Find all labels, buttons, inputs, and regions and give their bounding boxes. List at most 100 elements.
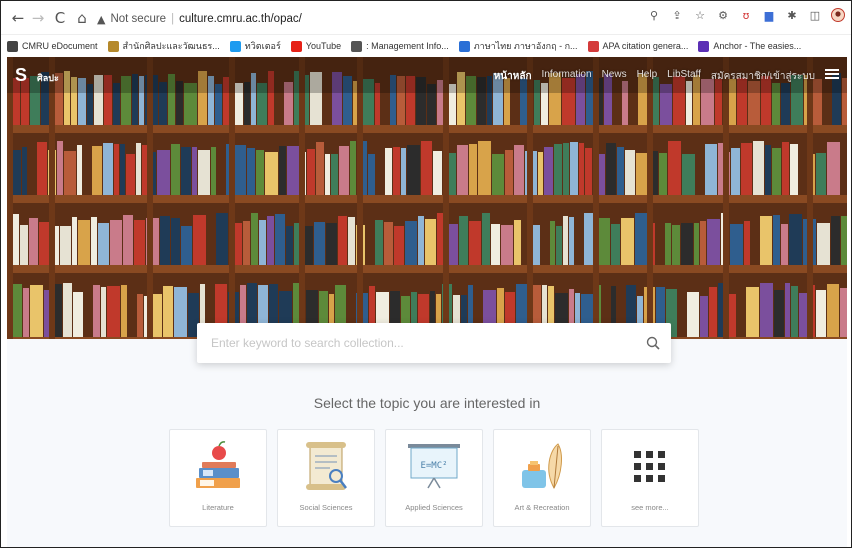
book-spine [259,220,266,265]
book-spine [841,216,847,265]
address-bar: ← → C ⌂ ▲ Not secure | culture.cmru.ac.t… [1,1,851,35]
book-spine [625,150,635,195]
book-spine [307,149,315,195]
reload-icon[interactable]: C [49,7,71,29]
bookmark-item[interactable]: สำนักศิลปะและวัฒนธร... [107,39,220,53]
book-spine [192,147,197,195]
forward-arrow-icon[interactable]: → [27,7,49,29]
book-spine [126,154,135,195]
shelf-divider [7,57,13,339]
book-spine [37,142,47,195]
bookmark-item[interactable]: YouTube [290,40,341,52]
book-spine [563,143,569,195]
extension-gear-icon[interactable]: ⚙ [716,8,730,22]
star-bookmark-icon[interactable]: ☆ [693,8,707,22]
book-spine [772,148,781,195]
book-spine [77,145,82,195]
book-spine [774,290,784,337]
menu-item-help[interactable]: Help [637,69,658,84]
bookmark-item[interactable]: CMRU eDocument [7,40,98,52]
book-spine [556,226,562,265]
topic-card-social-sciences[interactable]: Social Sciences [277,429,375,527]
bookmark-item[interactable]: Anchor - The easies... [698,40,801,52]
book-spine [789,214,802,265]
book-spine [694,223,699,265]
warning-triangle-icon[interactable]: ▲ [97,13,105,26]
bookmarks-bar: CMRU eDocument สำนักศิลปะและวัฒนธร... ทว… [1,35,851,57]
bookmark-item[interactable]: ทวิตเตอร์ [229,39,281,53]
book-spine [773,215,780,265]
book-spine [760,283,773,337]
topic-card-art-recreation[interactable]: Art & Recreation [493,429,591,527]
book-spine [98,223,109,265]
book-spine [753,141,764,195]
bookmark-item[interactable]: ภาษาไทย ภาษาอังกฤ - ก... [458,39,578,53]
bookmark-item[interactable]: : Management Info... [351,40,449,52]
book-spine [394,226,404,265]
hamburger-menu-icon[interactable] [825,69,839,79]
topic-card-see-more[interactable]: see more... [601,429,699,527]
share-icon[interactable]: ⇪ [670,8,684,22]
search-bar [197,323,671,363]
book-spine [110,220,122,265]
book-spine [785,283,790,337]
topic-card-literature[interactable]: Literature [169,429,267,527]
book-spine [368,154,375,195]
search-input[interactable] [197,323,635,363]
book-spine [256,150,264,195]
bookmark-label: ทวิตเตอร์ [244,41,281,51]
toolbar-right: ⚲ ⇪ ☆ ⚙ ʊ ▆ ✱ ◫ [647,8,845,22]
book-spine [501,225,513,265]
shelf-divider [229,57,235,339]
profile-avatar[interactable] [831,8,845,22]
book-spine [816,290,826,337]
book-spine [326,223,337,265]
extension-doc-icon[interactable]: ▆ [762,8,776,22]
site-logo[interactable]: S [15,65,33,85]
book-spine [107,286,120,337]
book-spine [563,216,568,265]
omnibox[interactable]: ▲ Not secure | culture.cmru.ac.th/opac/ [97,9,302,29]
menu-item-home[interactable]: หน้าหลัก [494,69,532,84]
book-spine [114,144,119,195]
book-spine [718,283,723,337]
book-spine [163,286,173,337]
shelf-board [7,265,847,273]
book-spine [286,226,293,265]
url-text[interactable]: culture.cmru.ac.th/opac/ [179,13,302,25]
book-spine [611,224,620,265]
book-spine [741,143,752,195]
book-spine [700,221,706,265]
book-spine [123,215,133,265]
topic-card-applied-sciences[interactable]: E=MC² Applied Sciences [385,429,483,527]
menu-item-register-login[interactable]: สมัครสมาชิก/เข้าสู่ระบบ [711,69,815,84]
book-spine [817,223,830,265]
books-apple-icon [170,436,266,498]
book-spine [243,221,250,265]
site-menu: หน้าหลัก Information News Help LibStaff … [494,69,815,84]
book-spine [681,223,693,265]
menu-item-libstaff[interactable]: LibStaff [667,69,701,84]
side-panel-icon[interactable]: ◫ [808,8,822,22]
book-spine [469,144,477,195]
site-logo-text[interactable]: ศิลปะ [37,71,59,85]
site-navbar: S ศิลปะ หน้าหลัก Information News Help L… [7,57,847,93]
book-spine [636,153,647,195]
extension-u-icon[interactable]: ʊ [739,8,753,22]
book-spine [682,154,695,195]
book-spine [314,222,325,265]
puzzle-extensions-icon[interactable]: ✱ [785,8,799,22]
book-spine [78,220,90,265]
security-label[interactable]: Not secure [110,13,166,25]
menu-item-information[interactable]: Information [542,69,592,84]
book-spine [101,287,106,337]
back-arrow-icon[interactable]: ← [7,7,29,29]
bookmark-item[interactable]: APA citation genera... [587,40,688,52]
book-spine [659,153,667,195]
search-icon[interactable] [635,323,671,363]
book-spine [617,147,624,195]
menu-item-news[interactable]: News [602,69,627,84]
zoom-search-icon[interactable]: ⚲ [647,8,661,22]
home-icon[interactable]: ⌂ [71,7,93,29]
topic-cards: Literature Social Sciences E=MC² Applied… [169,429,699,527]
